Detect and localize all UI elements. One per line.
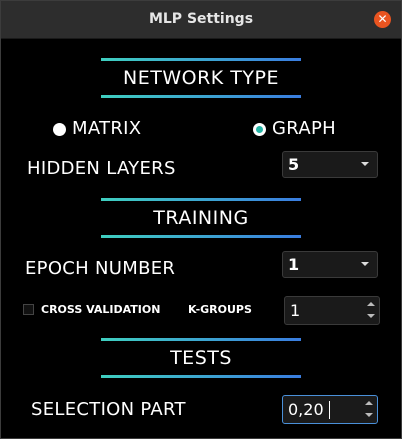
section-title: NETWORK TYPE <box>123 67 279 89</box>
k-groups-label: K-GROUPS <box>188 303 252 316</box>
section-title: TRAINING <box>153 207 249 229</box>
close-button[interactable]: ✕ <box>374 11 391 28</box>
hidden-layers-value: 5 <box>288 155 300 174</box>
k-groups-value: 1 <box>290 301 301 320</box>
titlebar: MLP Settings ✕ <box>1 1 401 39</box>
k-groups-spinbox[interactable]: 1 <box>284 296 380 325</box>
epoch-number-value: 1 <box>288 255 300 274</box>
spin-down-icon[interactable] <box>364 410 374 422</box>
epoch-number-dropdown[interactable]: 1 <box>282 251 378 278</box>
radio-graph-label[interactable]: GRAPH <box>272 118 336 139</box>
section-training: TRAINING <box>101 198 301 238</box>
radio-graph[interactable] <box>253 123 266 136</box>
cross-validation-label[interactable]: CROSS VALIDATION <box>41 303 160 316</box>
selection-part-value: 0,20 <box>288 400 324 419</box>
chevron-down-icon <box>361 162 369 166</box>
text-cursor <box>329 401 330 419</box>
section-bar <box>101 375 301 378</box>
section-bar <box>101 235 301 238</box>
section-title: TESTS <box>170 347 232 369</box>
chevron-down-icon <box>361 262 369 266</box>
spin-up-icon[interactable] <box>364 397 374 409</box>
epoch-number-label: EPOCH NUMBER <box>25 258 176 279</box>
spin-down-icon[interactable] <box>366 311 376 323</box>
close-icon: ✕ <box>377 12 388 26</box>
radio-matrix-label[interactable]: MATRIX <box>72 118 141 139</box>
section-network-type: NETWORK TYPE <box>101 58 301 98</box>
window-title: MLP Settings <box>148 11 254 27</box>
section-tests: TESTS <box>101 338 301 378</box>
section-bar <box>101 95 301 98</box>
selection-part-label: SELECTION PART <box>31 399 186 420</box>
hidden-layers-label: HIDDEN LAYERS <box>27 158 176 179</box>
spin-up-icon[interactable] <box>366 298 376 310</box>
hidden-layers-dropdown[interactable]: 5 <box>282 151 378 178</box>
cross-validation-checkbox[interactable] <box>23 304 34 315</box>
radio-matrix[interactable] <box>53 123 66 136</box>
mlp-settings-window: MLP Settings ✕ NETWORK TYPE MATRIX GRAPH… <box>0 0 402 439</box>
selection-part-spinbox[interactable]: 0,20 <box>282 395 378 424</box>
